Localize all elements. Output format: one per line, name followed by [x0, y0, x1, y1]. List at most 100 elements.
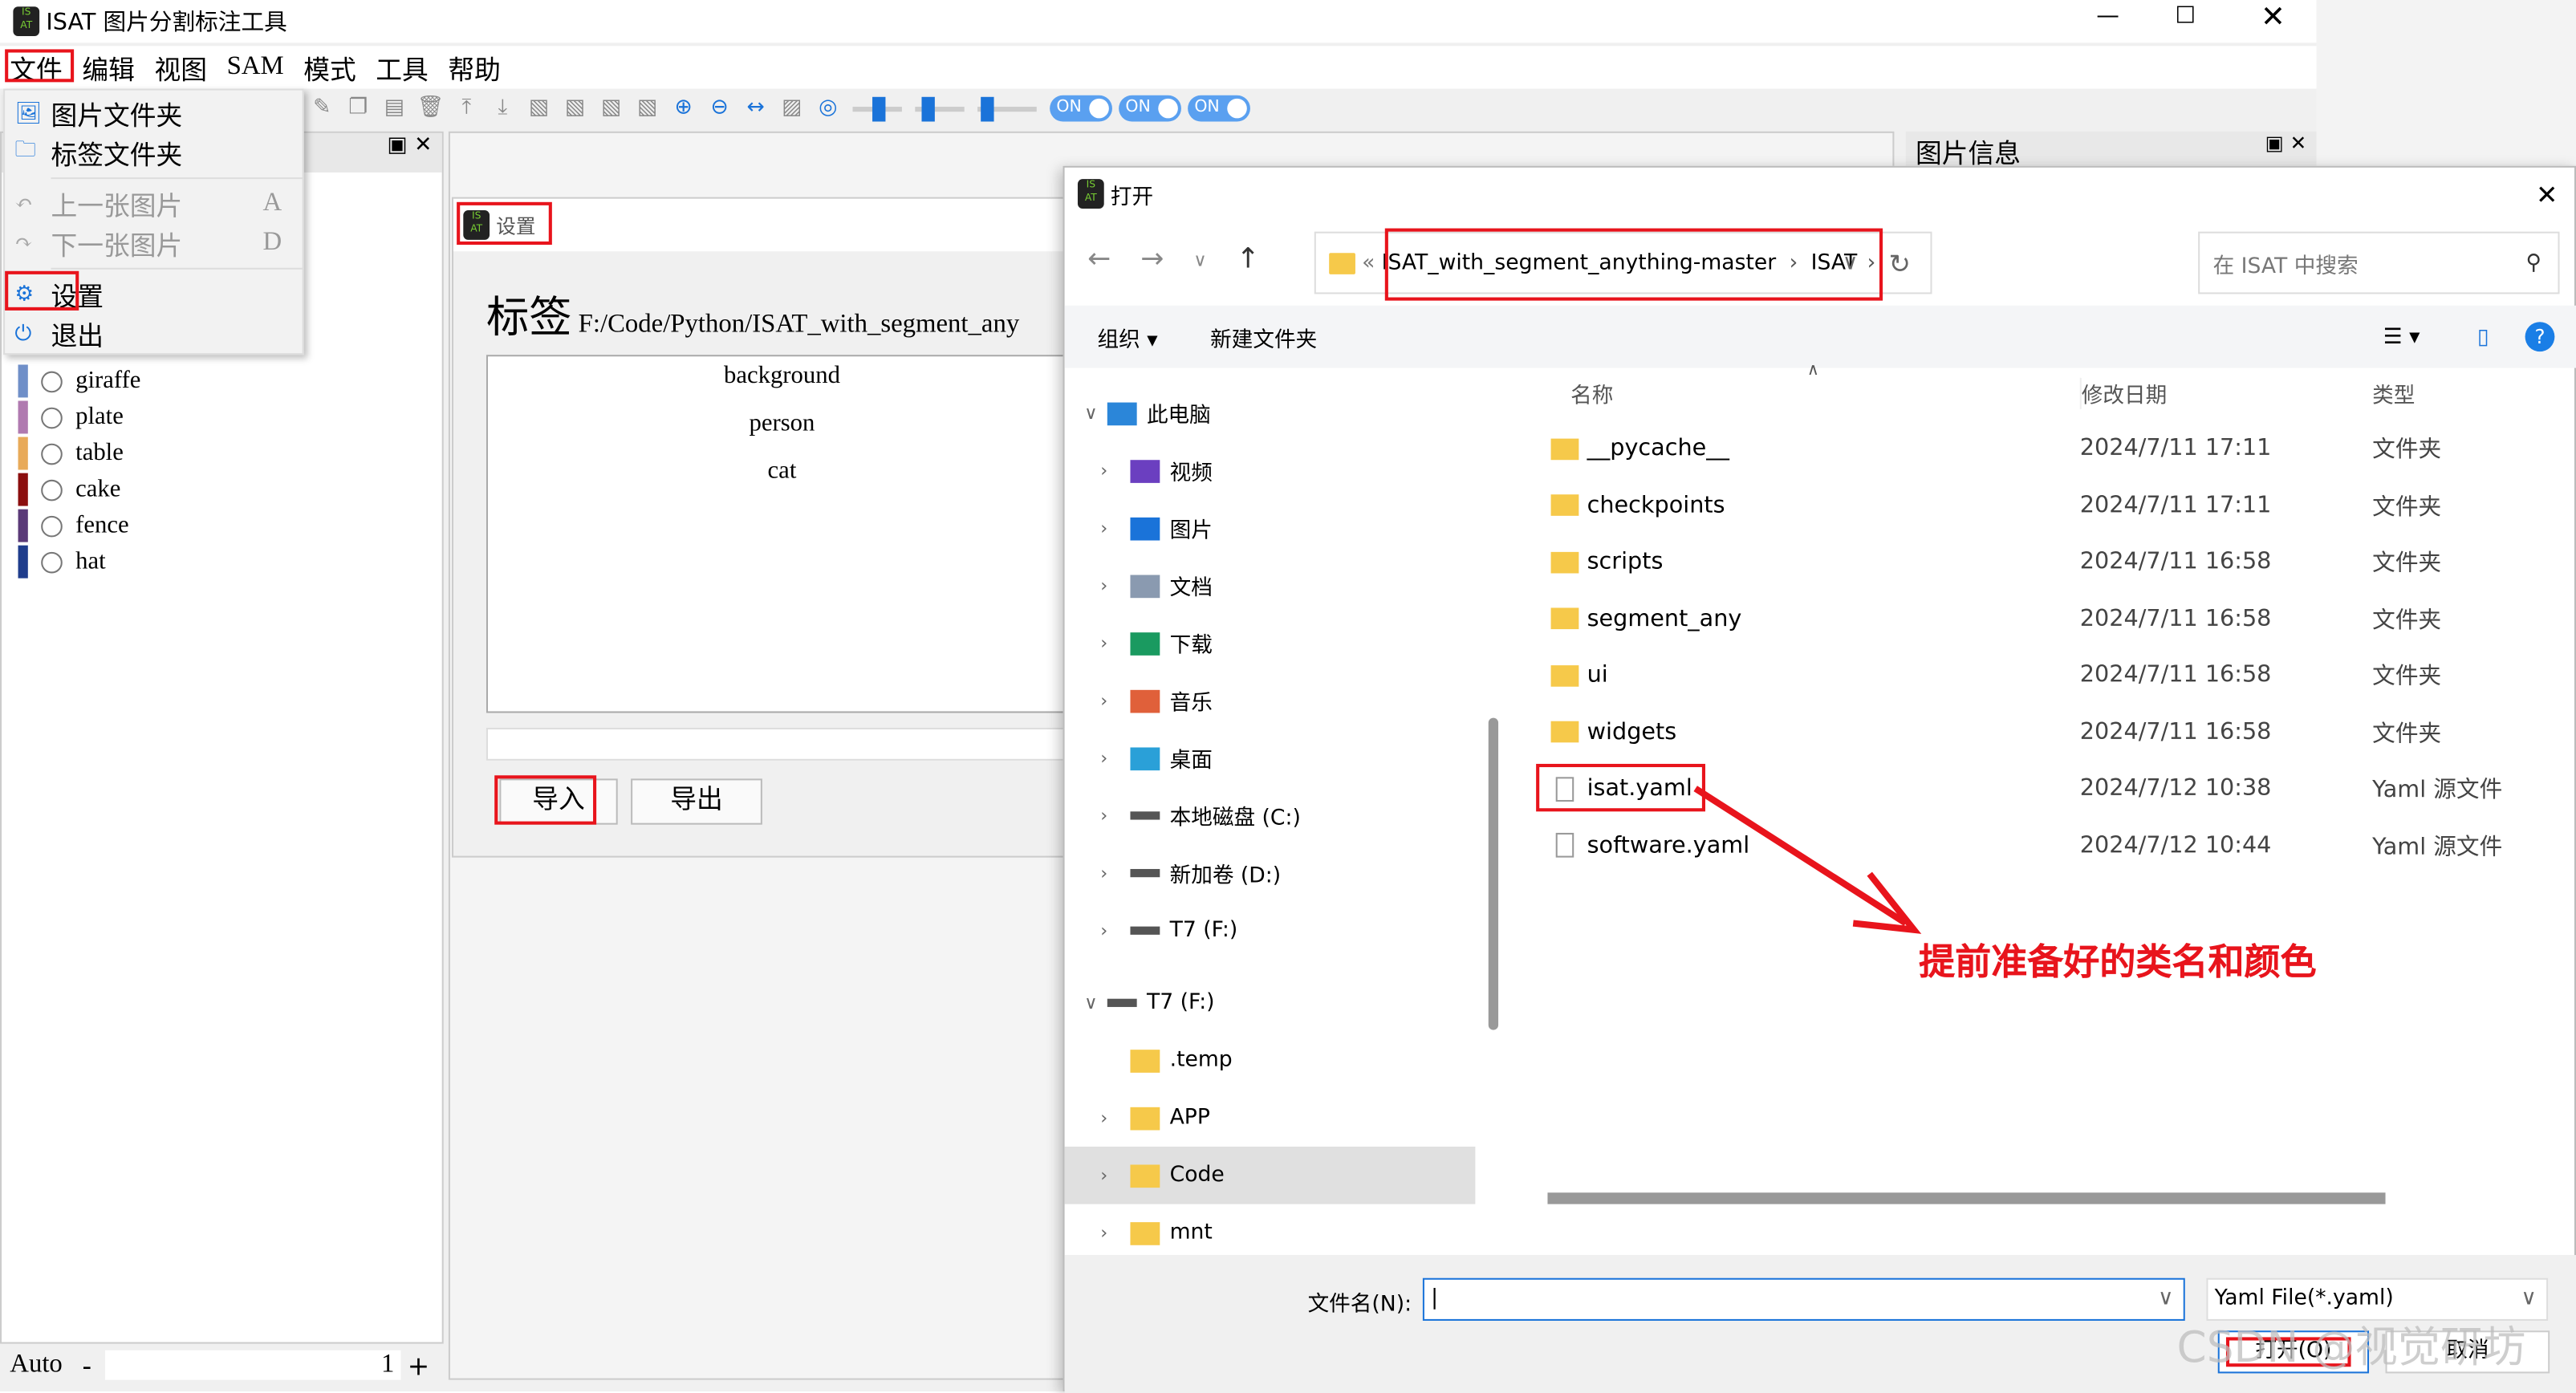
column-name[interactable]: 名称 — [1570, 378, 1613, 409]
nav-tree-item[interactable]: › 下载 — [1065, 615, 1476, 672]
forward-icon[interactable]: → — [1140, 243, 1164, 276]
preview-pane-icon[interactable]: ▯ — [2477, 324, 2489, 349]
help-icon[interactable]: ? — [2525, 322, 2555, 352]
file-menu-item[interactable]: ↶ 上一张图片 A — [5, 184, 303, 223]
exclude-icon[interactable]: ▧ — [632, 95, 662, 122]
nav-tree-item[interactable]: › 本地磁盘 (C:) — [1065, 787, 1476, 845]
slider-3[interactable] — [977, 95, 1037, 121]
chevron-right-icon[interactable]: › — [1087, 747, 1120, 769]
category-item[interactable]: background — [488, 363, 1076, 410]
chevron-down-icon[interactable]: ∨ — [1075, 993, 1107, 1014]
chevron-down-icon[interactable]: ∨ — [1075, 403, 1107, 424]
label-item[interactable]: plate — [2, 399, 140, 435]
dock-close-icon[interactable]: ✕ — [414, 133, 432, 158]
file-menu-item[interactable]: ↷ 下一张图片 D — [5, 223, 303, 262]
label-item[interactable]: cake — [2, 472, 140, 508]
fit-width-icon[interactable]: ↔ — [741, 95, 770, 122]
close-button[interactable]: ✕ — [2261, 0, 2285, 35]
file-menu-item[interactable]: 🗀 标签文件夹 — [5, 133, 303, 173]
slider-1[interactable] — [852, 95, 902, 121]
page-input[interactable]: 1 — [105, 1350, 401, 1380]
nav-tree-item[interactable]: › 新加卷 (D:) — [1065, 844, 1476, 902]
nav-tree-item[interactable]: › Code — [1064, 1146, 1476, 1204]
label-radio[interactable] — [41, 550, 63, 573]
visibility-icon[interactable]: ◎ — [813, 95, 843, 122]
label-item[interactable]: hat — [2, 544, 140, 580]
back-icon[interactable]: ← — [1087, 243, 1111, 276]
nav-tree-item[interactable]: › T7 (F:) — [1065, 902, 1476, 960]
maximize-button[interactable]: ☐ — [2175, 3, 2196, 30]
union-icon[interactable]: ▧ — [524, 95, 554, 122]
toggle-1[interactable]: ON — [1050, 95, 1112, 122]
nav-tree-item[interactable]: › APP — [1065, 1089, 1476, 1147]
label-radio[interactable] — [41, 370, 63, 392]
chevron-right-icon[interactable]: › — [1087, 460, 1120, 481]
chevron-right-icon[interactable]: › — [1087, 518, 1120, 539]
menu-sam[interactable]: SAM — [227, 53, 284, 83]
chevron-right-icon[interactable]: › — [1087, 920, 1120, 941]
file-row[interactable]: software.yaml 2024/7/12 10:44 Yaml 源文件 — [1511, 817, 2529, 873]
menu-tools[interactable]: 工具 — [376, 47, 429, 87]
nav-tree-item[interactable]: › 文档 — [1065, 557, 1476, 615]
intersect-icon[interactable]: ▧ — [596, 95, 626, 122]
copy-icon[interactable]: ❐ — [343, 95, 373, 122]
chevron-right-icon[interactable]: › — [1087, 805, 1120, 826]
menu-help[interactable]: 帮助 — [448, 47, 501, 87]
export-button[interactable]: 导出 — [631, 778, 762, 825]
nav-scrollbar[interactable] — [1488, 717, 1499, 1030]
column-type[interactable]: 类型 — [2372, 378, 2415, 409]
to-bottom-icon[interactable]: ⤓ — [488, 95, 518, 122]
edit-icon[interactable]: ✎ — [307, 95, 337, 122]
save-icon[interactable]: ▤ — [380, 95, 409, 122]
delete-icon[interactable]: 🗑 — [416, 95, 445, 122]
open-dialog-close-button[interactable]: ✕ — [2536, 178, 2558, 209]
nav-tree-item[interactable]: › 视频 — [1065, 442, 1476, 500]
to-top-icon[interactable]: ⤒ — [452, 95, 481, 122]
search-box[interactable]: 在 ISAT 中搜索 ⚲ — [2198, 231, 2560, 294]
zoom-out-icon[interactable]: ⊖ — [705, 95, 734, 122]
organize-button[interactable]: 组织 ▾ — [1098, 321, 1158, 352]
menu-mode[interactable]: 模式 — [303, 47, 356, 87]
label-radio[interactable] — [41, 406, 63, 428]
increase-button[interactable]: + — [408, 1350, 429, 1381]
file-row[interactable]: ui 2024/7/11 16:58 文件夹 — [1511, 648, 2529, 704]
nav-tree-item[interactable]: › mnt — [1065, 1204, 1476, 1255]
label-radio[interactable] — [41, 478, 63, 501]
decrease-button[interactable]: - — [82, 1350, 105, 1381]
image-icon[interactable]: ▨ — [777, 95, 807, 122]
subtract-icon[interactable]: ▧ — [560, 95, 590, 122]
chevron-right-icon[interactable]: › — [1087, 690, 1120, 712]
chevron-right-icon[interactable]: › — [1087, 1107, 1120, 1129]
zoom-in-icon[interactable]: ⊕ — [668, 95, 698, 122]
category-item[interactable]: person — [488, 411, 1076, 458]
toggle-3[interactable]: ON — [1188, 95, 1250, 122]
image-info-close-icon[interactable]: ▣ ✕ — [2265, 132, 2307, 155]
label-item[interactable]: fence — [2, 508, 140, 544]
file-row[interactable]: scripts 2024/7/11 16:58 文件夹 — [1511, 534, 2529, 590]
float-icon[interactable]: ▣ — [387, 133, 407, 158]
category-input[interactable] — [486, 727, 1078, 761]
view-options-icon[interactable]: ☰ ▾ — [2383, 324, 2420, 349]
nav-tree-item[interactable]: › 桌面 — [1065, 729, 1476, 787]
toggle-2[interactable]: ON — [1119, 95, 1181, 122]
category-item[interactable]: cat — [488, 458, 1076, 506]
file-menu-item[interactable]: ⏻ 退出 — [5, 314, 303, 353]
file-row[interactable]: segment_any 2024/7/11 16:58 文件夹 — [1511, 591, 2529, 647]
label-radio[interactable] — [41, 442, 63, 465]
horizontal-scrollbar[interactable] — [1547, 1192, 2386, 1204]
label-item[interactable]: table — [2, 436, 140, 472]
history-chevron-icon[interactable]: ∨ — [1193, 243, 1207, 276]
nav-tree-item[interactable]: ∨ 此电脑 — [1065, 384, 1476, 442]
minimize-button[interactable]: — — [2096, 3, 2119, 30]
file-menu-item[interactable]: 🖼 图片文件夹 — [5, 94, 303, 133]
nav-tree-item[interactable]: › 图片 — [1065, 499, 1476, 557]
chevron-right-icon[interactable]: › — [1087, 863, 1120, 884]
nav-tree-item[interactable]: ∨ T7 (F:) — [1065, 974, 1476, 1032]
nav-tree-item[interactable]: › 音乐 — [1065, 672, 1476, 729]
file-row[interactable]: checkpoints 2024/7/11 17:11 文件夹 — [1511, 477, 2529, 534]
filename-input[interactable]: | ∨ — [1422, 1277, 2185, 1321]
label-radio[interactable] — [41, 514, 63, 537]
slider-2[interactable] — [915, 95, 965, 121]
up-icon[interactable]: ↑ — [1237, 243, 1260, 276]
refresh-icon[interactable]: ↻ — [1888, 247, 1910, 278]
